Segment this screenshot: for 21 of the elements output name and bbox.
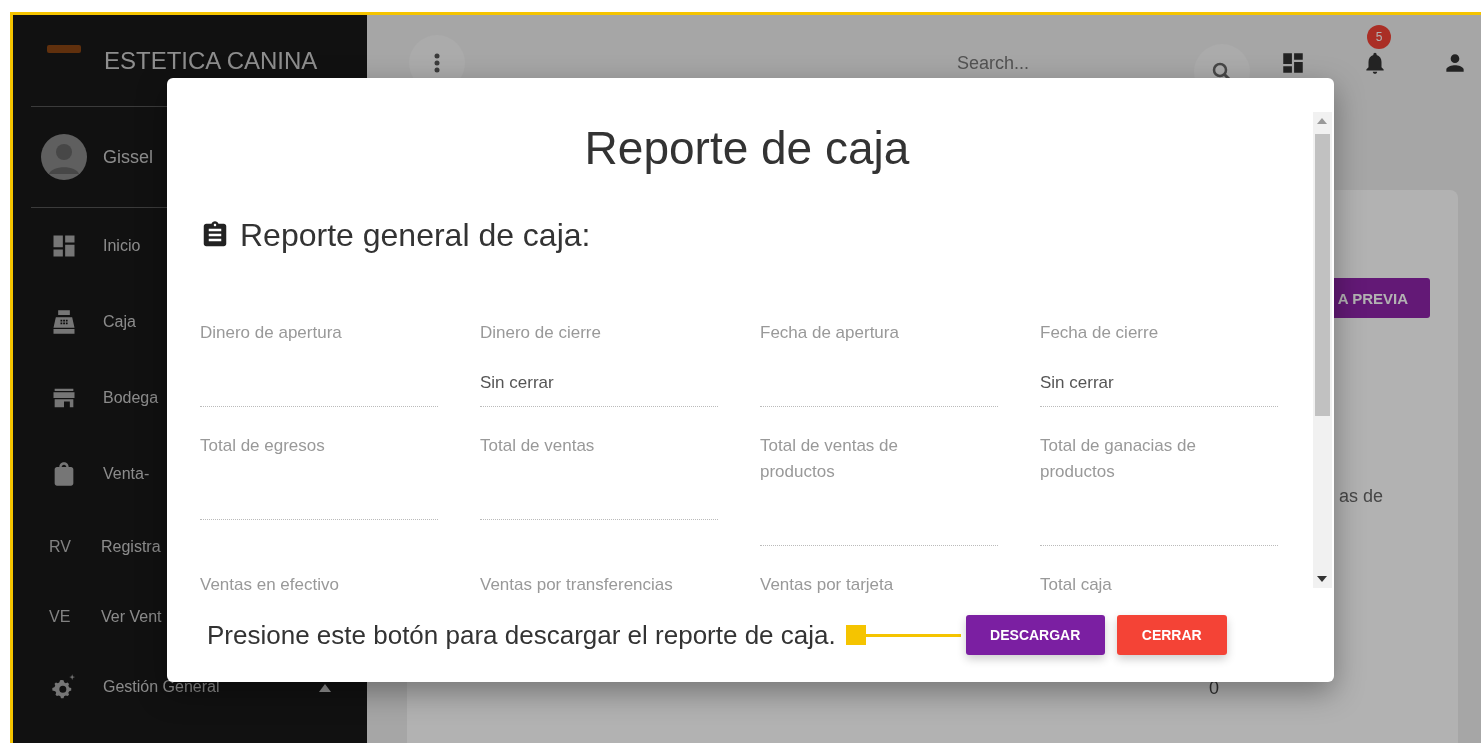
field-label: Dinero de cierre — [480, 322, 602, 344]
section-title: Reporte general de caja: — [240, 216, 591, 255]
field-label: Ventas por tarjeta — [760, 574, 895, 596]
field-value: Sin cerrar — [480, 373, 554, 392]
field-value: Sin cerrar — [1040, 373, 1114, 392]
field-label: Total caja — [1040, 574, 1113, 596]
user-name: Gissel — [103, 146, 153, 168]
field-label: Total de egresos — [200, 435, 326, 457]
field-label: Dinero de apertura — [200, 322, 343, 344]
instruction-text: Presione este botón para descargar el reporte de caja. — [207, 619, 836, 651]
dialog-title: Reporte de caja — [583, 121, 911, 176]
field-label: Fecha de cierre — [1040, 322, 1160, 344]
notification-badge: 5 — [1367, 25, 1391, 49]
field-label: Fecha de apertura — [760, 322, 900, 344]
brand-title: ESTETICA CANINA — [104, 46, 318, 75]
field-label: Ventas por transferencias — [480, 574, 674, 596]
field-label: Total de ventas de productos — [760, 435, 899, 483]
table-text: as de — [1339, 486, 1384, 507]
field-label: Ventas en efectivo — [200, 574, 340, 596]
field-label: Total de ventas — [480, 435, 596, 457]
field-label: Total de ganacias de productos — [1040, 435, 1197, 483]
